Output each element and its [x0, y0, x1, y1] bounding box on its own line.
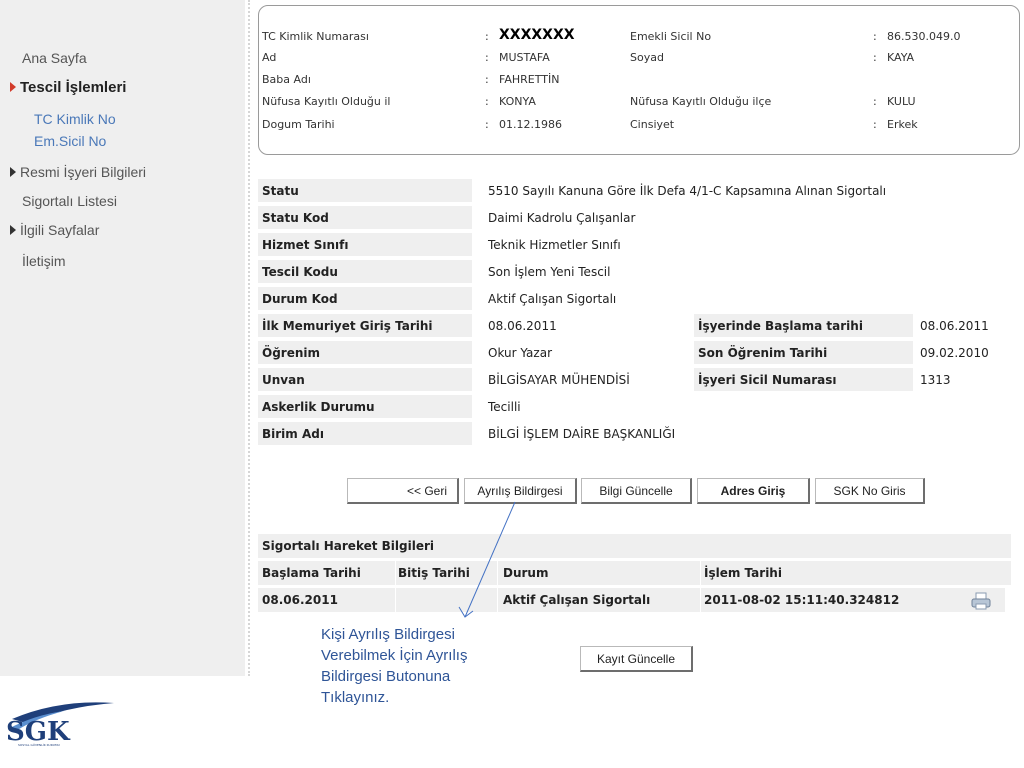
annotation-line: Tıklayınız. — [321, 689, 390, 706]
caret-right-icon — [10, 167, 16, 177]
print-icon[interactable] — [970, 591, 992, 611]
cinsiyet-value: Erkek — [887, 118, 918, 131]
il-sep: : — [485, 95, 489, 108]
annotation-line: Kişi Ayrılış Bildirgesi — [321, 626, 455, 643]
emekli-value: 86.530.049.0 — [887, 30, 961, 43]
dogum-value: 01.12.1986 — [499, 118, 562, 131]
sidebar-item-label: İletişim — [22, 253, 66, 269]
movements-header-row — [258, 561, 1011, 585]
annotation-line: Verebilmek İçin Ayrılış — [321, 647, 468, 664]
detail-label: Statu — [262, 184, 299, 198]
kayit-guncelle-button[interactable]: Kayıt Güncelle — [580, 646, 693, 672]
detail-label: Askerlik Durumu — [262, 400, 375, 414]
column-header: Başlama Tarihi — [262, 566, 361, 580]
column-header: İşlem Tarihi — [704, 566, 782, 580]
detail-value: 09.02.2010 — [920, 346, 989, 360]
il-label: Nüfusa Kayıtlı Olduğu il — [262, 95, 391, 108]
detail-label: İlk Memuriyet Giriş Tarihi — [262, 319, 433, 333]
detail-value: BİLGİSAYAR MÜHENDİSİ — [488, 373, 630, 387]
caret-right-icon — [10, 225, 16, 235]
row-durum: Aktif Çalışan Sigortalı — [503, 593, 651, 607]
row-islem-tarihi: 2011-08-02 15:11:40.324812 — [704, 593, 900, 607]
ilce-sep: : — [873, 95, 877, 108]
detail-label: Tescil Kodu — [262, 265, 338, 279]
dogum-sep: : — [485, 118, 489, 131]
sidebar-divider — [248, 0, 250, 676]
callout-arrow-icon — [458, 501, 516, 618]
sidebar-item-ana-sayfa[interactable]: Ana Sayfa — [22, 50, 87, 66]
ad-label: Ad — [262, 51, 277, 64]
sidebar-item-em-sicil-no[interactable]: Em.Sicil No — [34, 133, 106, 149]
person-info-panel — [258, 5, 1020, 155]
sidebar-item-label: Tescil İşlemleri — [20, 79, 127, 96]
ad-sep: : — [485, 51, 489, 64]
ilce-value: KULU — [887, 95, 916, 108]
sidebar-item-sigortali-listesi[interactable]: Sigortalı Listesi — [22, 193, 117, 209]
detail-label: Öğrenim — [262, 346, 321, 360]
detail-value: Son İşlem Yeni Tescil — [488, 265, 611, 279]
dogum-label: Dogum Tarihi — [262, 118, 335, 131]
detail-value: Okur Yazar — [488, 346, 552, 360]
soyad-sep: : — [873, 51, 877, 64]
annotation-line: Bildirgesi Butonuna — [321, 668, 451, 685]
sidebar-item-label: Em.Sicil No — [34, 133, 107, 149]
detail-value: Aktif Çalışan Sigortalı — [488, 292, 617, 306]
sidebar-item-ilgili-sayfalar[interactable]: İlgili Sayfalar — [10, 222, 99, 238]
detail-label: İşyerinde Başlama tarihi — [698, 319, 863, 333]
detail-value: 08.06.2011 — [488, 319, 557, 333]
ad-value: MUSTAFA — [499, 51, 550, 64]
instruction-annotation: Kişi Ayrılış Bildirgesi Verebilmek İçin … — [321, 624, 531, 708]
sgk-no-giris-button[interactable]: SGK No Giris — [815, 478, 925, 504]
sidebar-item-label: Sigortalı Listesi — [22, 193, 117, 209]
detail-label: Statu Kod — [262, 211, 329, 225]
sidebar-item-label: TC Kimlik No — [34, 111, 116, 127]
il-value: KONYA — [499, 95, 536, 108]
sidebar-item-iletisim[interactable]: İletişim — [22, 253, 66, 269]
row-baslama: 08.06.2011 — [262, 593, 338, 607]
adres-giris-button[interactable]: Adres Giriş — [697, 478, 810, 504]
sidebar-item-label: Ana Sayfa — [22, 50, 87, 66]
detail-label: Unvan — [262, 373, 305, 387]
baba-label: Baba Adı — [262, 73, 311, 86]
detail-value: 5510 Sayılı Kanuna Göre İlk Defa 4/1-C K… — [488, 184, 887, 198]
tc-sep: : — [485, 30, 489, 43]
emekli-label: Emekli Sicil No — [630, 30, 712, 43]
detail-value: 08.06.2011 — [920, 319, 989, 333]
detail-label: İşyeri Sicil Numarası — [698, 373, 837, 387]
sgk-logo: SGK SOSYAL GÜVENLİK KURUMU — [4, 697, 116, 757]
cinsiyet-label: Cinsiyet — [630, 118, 675, 131]
tc-label: TC Kimlik Numarası — [262, 30, 369, 43]
emekli-sep: : — [873, 30, 877, 43]
ilce-label: Nüfusa Kayıtlı Olduğu ilçe — [630, 95, 772, 108]
sidebar-item-label: Resmi İşyeri Bilgileri — [20, 164, 147, 180]
sidebar-item-resmi-isyeri-bilgileri[interactable]: Resmi İşyeri Bilgileri — [10, 164, 146, 180]
detail-value: BİLGİ İŞLEM DAİRE BAŞKANLIĞI — [488, 427, 676, 441]
baba-sep: : — [485, 73, 489, 86]
soyad-value: KAYA — [887, 51, 915, 64]
sidebar — [0, 0, 245, 676]
back-button[interactable]: << Geri — [347, 478, 459, 504]
sgk-logo-subtext: SOSYAL GÜVENLİK KURUMU — [18, 743, 60, 747]
detail-value: Tecilli — [488, 400, 521, 414]
detail-label: Durum Kod — [262, 292, 338, 306]
sidebar-item-label: İlgili Sayfalar — [20, 222, 100, 238]
detail-value: 1313 — [920, 373, 951, 387]
soyad-label: Soyad — [630, 51, 664, 64]
tc-value: XXXXXXX — [499, 27, 575, 43]
detail-label: Son Öğrenim Tarihi — [698, 346, 828, 360]
detail-label: Birim Adı — [262, 427, 324, 441]
movements-title: Sigortalı Hareket Bilgileri — [262, 539, 435, 553]
sidebar-item-tescil-islemleri[interactable]: Tescil İşlemleri — [10, 79, 126, 96]
caret-right-icon — [10, 82, 16, 92]
cinsiyet-sep: : — [873, 118, 877, 131]
baba-value: FAHRETTİN — [499, 73, 560, 86]
detail-value: Teknik Hizmetler Sınıfı — [488, 238, 621, 252]
sidebar-item-tc-kimlik-no[interactable]: TC Kimlik No — [34, 111, 116, 127]
detail-label: Hizmet Sınıfı — [262, 238, 349, 252]
bilgi-guncelle-button[interactable]: Bilgi Güncelle — [581, 478, 692, 504]
detail-value: Daimi Kadrolu Çalışanlar — [488, 211, 636, 225]
